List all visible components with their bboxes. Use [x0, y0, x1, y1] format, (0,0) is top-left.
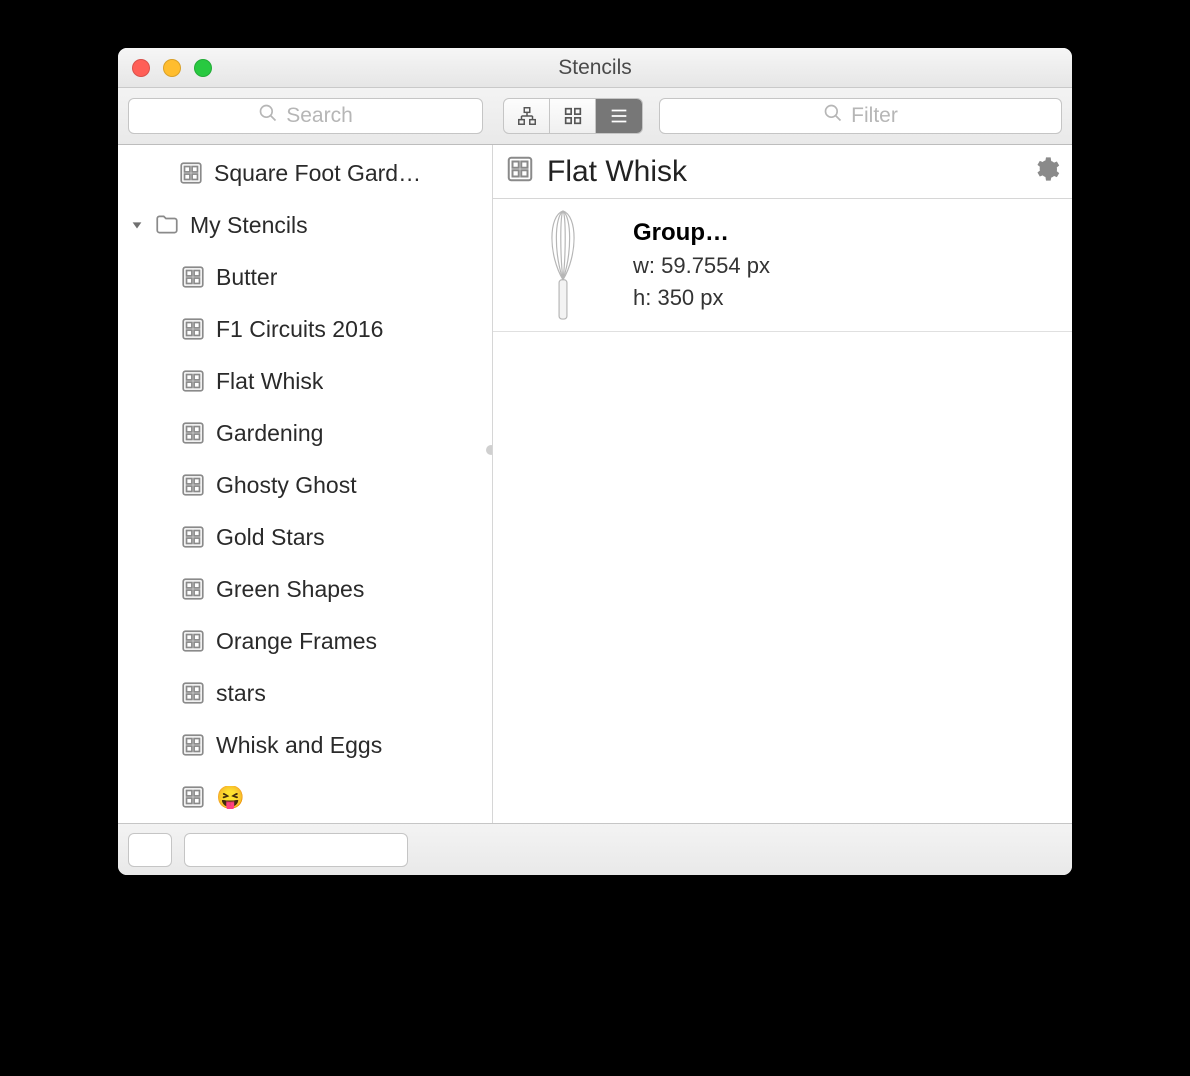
footer-field[interactable] [184, 833, 408, 867]
stencil-icon [180, 420, 206, 446]
stencil-item[interactable]: Butter [118, 251, 492, 303]
stencil-icon [180, 316, 206, 342]
stencil-item-label: Whisk and Eggs [216, 732, 382, 759]
stencil-item[interactable]: Square Foot Gard… [118, 147, 492, 199]
stencil-item[interactable]: Green Shapes [118, 563, 492, 615]
sidebar[interactable]: Square Foot Gard… My Stencils Butter [118, 145, 493, 823]
shape-title: Group… [633, 219, 770, 247]
stencil-item[interactable]: Orange Frames [118, 615, 492, 667]
folder-icon [154, 212, 180, 238]
stencil-item[interactable]: Flat Whisk [118, 355, 492, 407]
footer [118, 823, 1072, 875]
zoom-button[interactable] [194, 59, 212, 77]
toolbar: Search [118, 88, 1072, 145]
stencil-item[interactable]: stars [118, 667, 492, 719]
titlebar[interactable]: Stencils [118, 48, 1072, 88]
shape-list[interactable]: Group… w: 59.7554 px h: 350 px [493, 199, 1072, 823]
stencil-item-label: Butter [216, 264, 277, 291]
stencils-window: Stencils Search [118, 48, 1072, 875]
view-hierarchy-button[interactable] [504, 99, 550, 133]
stencil-icon [505, 154, 535, 190]
view-segmented-control [503, 98, 643, 134]
stencil-icon [180, 472, 206, 498]
search-icon [258, 103, 278, 129]
stencil-name: Flat Whisk [547, 155, 1020, 189]
stencil-item-label: Orange Frames [216, 628, 377, 655]
stencil-icon [180, 680, 206, 706]
stencil-item-label: Square Foot Gard… [214, 160, 421, 187]
stencil-icon [180, 264, 206, 290]
search-input[interactable]: Search [128, 98, 483, 134]
stencil-item[interactable]: Whisk and Eggs [118, 719, 492, 771]
content: Square Foot Gard… My Stencils Butter [118, 145, 1072, 823]
shape-meta: Group… w: 59.7554 px h: 350 px [633, 219, 770, 311]
footer-toggle[interactable] [128, 833, 172, 867]
chevron-down-icon [130, 218, 144, 232]
minimize-button[interactable] [163, 59, 181, 77]
toolbar-left: Search [118, 88, 493, 144]
stencil-icon [180, 576, 206, 602]
stencil-icon [180, 628, 206, 654]
stencil-icon [178, 160, 204, 186]
stencil-item[interactable]: Gold Stars [118, 511, 492, 563]
stencil-item-label: stars [216, 680, 266, 707]
stencil-item-label: Flat Whisk [216, 368, 323, 395]
shape-width: w: 59.7554 px [633, 253, 770, 279]
stencil-item-label: F1 Circuits 2016 [216, 316, 383, 343]
stencil-icon [180, 524, 206, 550]
stencil-header: Flat Whisk [493, 145, 1072, 199]
stencil-item-label: 😝 [216, 786, 245, 809]
scroll-indicator[interactable] [486, 445, 493, 455]
stencil-item[interactable]: 😝 [118, 771, 492, 823]
stencil-icon [180, 732, 206, 758]
close-button[interactable] [132, 59, 150, 77]
stencil-item[interactable]: Gardening [118, 407, 492, 459]
shape-row[interactable]: Group… w: 59.7554 px h: 350 px [493, 199, 1072, 332]
search-placeholder: Search [286, 104, 353, 128]
toolbar-right: Filter [493, 88, 1072, 144]
stencil-item-label: Green Shapes [216, 576, 364, 603]
stencil-icon [180, 368, 206, 394]
stencil-item[interactable]: F1 Circuits 2016 [118, 303, 492, 355]
stencil-icon [180, 784, 206, 810]
window-controls [132, 59, 212, 77]
filter-input[interactable]: Filter [659, 98, 1062, 134]
stencil-item[interactable]: Ghosty Ghost [118, 459, 492, 511]
view-grid-button[interactable] [550, 99, 596, 133]
folder-my-stencils[interactable]: My Stencils [118, 199, 492, 251]
window-title: Stencils [118, 56, 1072, 80]
filter-placeholder: Filter [851, 104, 898, 128]
stencil-item-label: Ghosty Ghost [216, 472, 357, 499]
stencil-item-label: Gold Stars [216, 524, 325, 551]
folder-label: My Stencils [190, 212, 308, 239]
gear-icon[interactable] [1032, 155, 1060, 189]
stencil-item-label: Gardening [216, 420, 323, 447]
shape-thumbnail [503, 205, 623, 325]
search-icon [823, 103, 843, 129]
main-panel: Flat Whisk [493, 145, 1072, 823]
stencil-tree: Square Foot Gard… My Stencils Butter [118, 145, 492, 823]
shape-height: h: 350 px [633, 285, 770, 311]
view-list-button[interactable] [596, 99, 642, 133]
